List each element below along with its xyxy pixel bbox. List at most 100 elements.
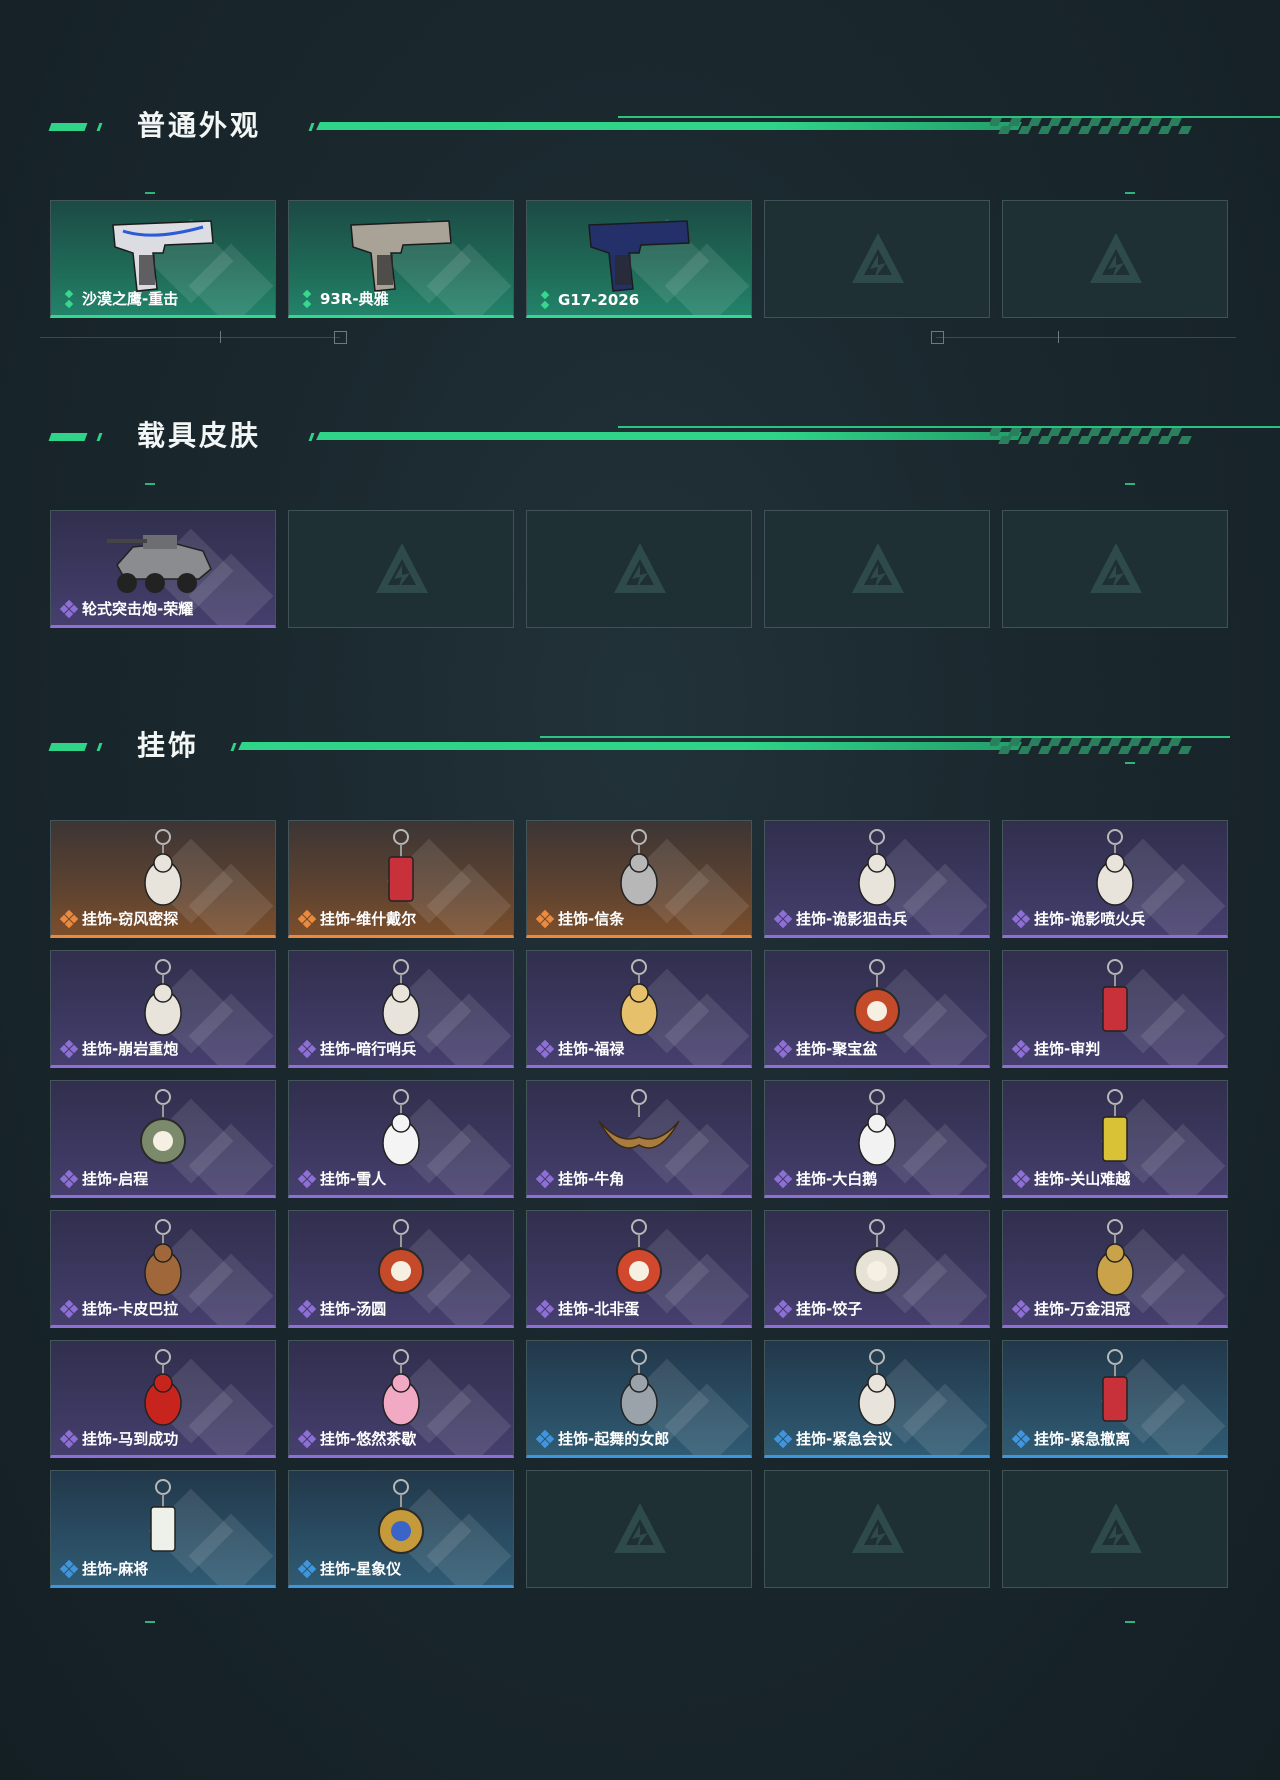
charm-bowl-icon bbox=[378, 1219, 424, 1294]
item-card[interactable]: 挂饰-雪人 bbox=[288, 1080, 514, 1198]
item-card[interactable]: 挂饰-聚宝盆 bbox=[764, 950, 990, 1068]
charm-goose-icon bbox=[858, 1089, 896, 1166]
item-card[interactable]: 挂饰-饺子 bbox=[764, 1210, 990, 1328]
empty-slot-logo-icon bbox=[1090, 233, 1142, 283]
rarity-diamond-icon bbox=[773, 1169, 793, 1188]
empty-item-slot bbox=[1002, 510, 1228, 628]
item-card[interactable]: 挂饰-紧急撤离 bbox=[1002, 1340, 1228, 1458]
charm-cupcake-icon bbox=[382, 1349, 420, 1426]
rarity-diamond-icon bbox=[59, 1039, 79, 1058]
g17-pistol-icon bbox=[588, 220, 690, 292]
item-label-row: 挂饰-维什戴尔 bbox=[297, 908, 416, 929]
empty-slot-logo-icon bbox=[614, 543, 666, 593]
item-card[interactable]: 挂饰-审判 bbox=[1002, 950, 1228, 1068]
item-label-row: 挂饰-汤圆 bbox=[297, 1298, 387, 1319]
empty-slot-logo-icon bbox=[1090, 1503, 1142, 1553]
item-name: 挂饰-汤圆 bbox=[320, 1300, 387, 1318]
header-accent-tick bbox=[96, 743, 103, 751]
empty-item-slot bbox=[764, 200, 990, 318]
empty-item-slot bbox=[526, 510, 752, 628]
item-label-row: 挂饰-信条 bbox=[535, 908, 624, 929]
item-card[interactable]: 挂饰-大白鹅 bbox=[764, 1080, 990, 1198]
divider-box bbox=[931, 331, 944, 344]
item-label-row: 挂饰-紧急会议 bbox=[773, 1428, 892, 1449]
rarity-diamond-icon bbox=[297, 1559, 317, 1578]
item-card[interactable]: 挂饰-崩岩重炮 bbox=[50, 950, 276, 1068]
rarity-diamond-icon bbox=[773, 1429, 793, 1448]
item-card[interactable]: 挂饰-诡影狙击兵 bbox=[764, 820, 990, 938]
charm-figure-icon bbox=[858, 1349, 896, 1426]
charm-horn-icon bbox=[598, 1089, 680, 1149]
item-card[interactable]: 挂饰-诡影喷火兵 bbox=[1002, 820, 1228, 938]
item-label-row: 挂饰-福禄 bbox=[535, 1038, 624, 1059]
rarity-diamond-icon bbox=[59, 909, 79, 928]
item-name: 挂饰-窃风密探 bbox=[82, 910, 179, 928]
item-card[interactable]: 挂饰-悠然茶歇 bbox=[288, 1340, 514, 1458]
item-label-row: 挂饰-诡影喷火兵 bbox=[1011, 908, 1145, 929]
item-card[interactable]: 挂饰-起舞的女郎 bbox=[526, 1340, 752, 1458]
rarity-diamond-icon bbox=[61, 289, 77, 308]
item-name: 挂饰-审判 bbox=[1034, 1040, 1101, 1058]
section-header: 载具皮肤 bbox=[0, 418, 1280, 458]
item-card[interactable]: 挂饰-关山难越 bbox=[1002, 1080, 1228, 1198]
charm-snowman-icon bbox=[382, 1089, 420, 1166]
item-label-row: 挂饰-启程 bbox=[59, 1168, 149, 1189]
item-card[interactable]: 挂饰-福禄 bbox=[526, 950, 752, 1068]
item-label-row: 挂饰-诡影狙击兵 bbox=[773, 908, 907, 929]
empty-item-slot bbox=[1002, 200, 1228, 318]
charm-bowl-icon bbox=[854, 959, 900, 1034]
header-accent-bar bbox=[48, 123, 88, 131]
rarity-diamond-icon bbox=[59, 1559, 79, 1578]
charm-dancer-icon bbox=[620, 1349, 658, 1426]
item-label-row: 挂饰-星象仪 bbox=[297, 1558, 401, 1579]
item-name: 挂饰-启程 bbox=[82, 1170, 149, 1188]
item-card[interactable]: 挂饰-万金泪冠 bbox=[1002, 1210, 1228, 1328]
item-label-row: 挂饰-聚宝盆 bbox=[773, 1038, 877, 1059]
item-card[interactable]: 挂饰-牛角 bbox=[526, 1080, 752, 1198]
item-card[interactable]: 沙漠之鹰-重击 bbox=[50, 200, 276, 318]
rarity-diamond-icon bbox=[59, 1299, 79, 1318]
empty-item-slot bbox=[764, 510, 990, 628]
empty-slot-logo-icon bbox=[376, 543, 428, 593]
rarity-diamond-icon bbox=[535, 909, 555, 928]
item-card[interactable]: G17-2026 bbox=[526, 200, 752, 318]
item-card[interactable]: 挂饰-维什戴尔 bbox=[288, 820, 514, 938]
rarity-diamond-icon bbox=[1011, 1299, 1031, 1318]
empty-slot-logo-icon bbox=[852, 1503, 904, 1553]
rarity-diamond-icon bbox=[773, 1039, 793, 1058]
item-name: 挂饰-万金泪冠 bbox=[1034, 1300, 1131, 1318]
item-card[interactable]: 轮式突击炮-荣耀 bbox=[50, 510, 276, 628]
rarity-diamond-icon bbox=[535, 1299, 555, 1318]
item-label-row: 挂饰-麻将 bbox=[59, 1558, 148, 1579]
item-label-row: 轮式突击炮-荣耀 bbox=[59, 598, 193, 619]
rarity-diamond-icon bbox=[1011, 1169, 1031, 1188]
rarity-diamond-icon bbox=[537, 290, 553, 310]
item-card[interactable]: 挂饰-卡皮巴拉 bbox=[50, 1210, 276, 1328]
item-card[interactable]: 93R-典雅 bbox=[288, 200, 514, 318]
item-card[interactable]: 挂饰-汤圆 bbox=[288, 1210, 514, 1328]
item-card[interactable]: 挂饰-窃风密探 bbox=[50, 820, 276, 938]
item-label-row: 挂饰-窃风密探 bbox=[59, 908, 179, 929]
divider-line-right bbox=[936, 337, 1236, 338]
item-card[interactable]: 挂饰-紧急会议 bbox=[764, 1340, 990, 1458]
corner-dash bbox=[145, 192, 155, 194]
empty-item-slot bbox=[526, 1470, 752, 1588]
item-card[interactable]: 挂饰-信条 bbox=[526, 820, 752, 938]
item-card[interactable]: 挂饰-暗行哨兵 bbox=[288, 950, 514, 1068]
item-card[interactable]: 挂饰-马到成功 bbox=[50, 1340, 276, 1458]
section-header: 普通外观 bbox=[0, 108, 1280, 148]
item-card[interactable]: 挂饰-启程 bbox=[50, 1080, 276, 1198]
item-card[interactable]: 挂饰-星象仪 bbox=[288, 1470, 514, 1588]
charm-ring-icon bbox=[140, 1089, 186, 1164]
item-card[interactable]: 挂饰-麻将 bbox=[50, 1470, 276, 1588]
empty-item-slot bbox=[288, 510, 514, 628]
charm-figure-icon bbox=[144, 959, 182, 1036]
item-label-row: 挂饰-悠然茶歇 bbox=[297, 1428, 416, 1449]
rarity-diamond-icon bbox=[59, 1429, 79, 1448]
item-name: 挂饰-起舞的女郎 bbox=[558, 1430, 670, 1448]
rarity-diamond-icon bbox=[1011, 1429, 1031, 1448]
item-label-row: 挂饰-饺子 bbox=[773, 1298, 862, 1319]
charm-trophy-icon bbox=[620, 829, 658, 906]
rarity-diamond-icon bbox=[535, 1039, 555, 1058]
item-card[interactable]: 挂饰-北非蛋 bbox=[526, 1210, 752, 1328]
